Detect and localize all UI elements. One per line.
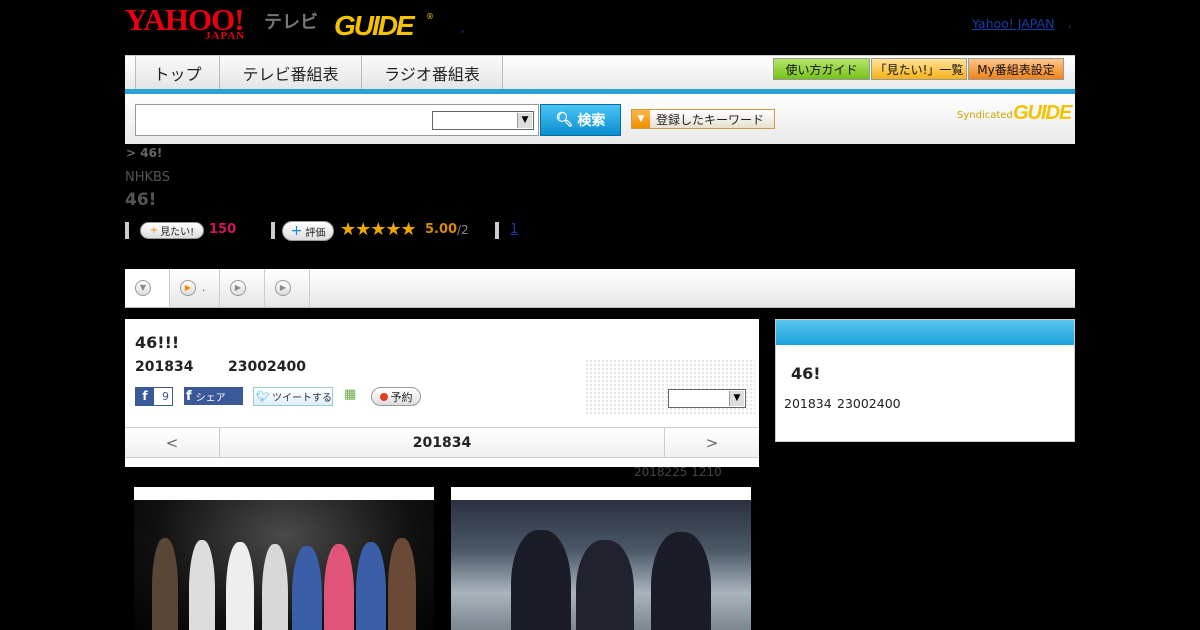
previous-date-button[interactable]: < [125, 428, 220, 457]
plus-icon: + [290, 223, 303, 239]
photo-figure [356, 542, 386, 630]
record-reserve-button[interactable]: 予約 [371, 387, 421, 406]
review-count-link[interactable]: 1 [510, 222, 518, 237]
subtab-3[interactable]: ▶ [220, 269, 265, 307]
calendar-add-icon[interactable]: ▦ [344, 387, 358, 403]
syndicated-label: Syndicated [957, 110, 1013, 121]
usage-guide-button[interactable]: 使い方ガイド [773, 58, 870, 80]
yahoo-japan-link[interactable]: Yahoo! JAPAN [972, 16, 1054, 31]
photo-group-stage [134, 500, 434, 630]
program-photo-2[interactable] [451, 487, 751, 630]
breadcrumb[interactable]: > 46! [126, 146, 162, 160]
page: YAHOO! JAPAN テレビ GUIDE ® , Yahoo! JAPAN … [0, 0, 1200, 630]
program-detail-panel: 46!!! 201834 23002400 f 9 f シェア 🐦︎ ツイートす… [125, 319, 759, 467]
tab-tv-listings[interactable]: テレビ番組表 [219, 56, 361, 90]
broadcast-date: 201834 [135, 359, 194, 375]
tweet-label: ツイートする [271, 393, 332, 404]
photo-figure [226, 542, 254, 630]
header-separator-right: , [1068, 16, 1072, 30]
side-broadcast-date: 201834 [784, 396, 832, 411]
photo-gym-scene [451, 500, 751, 630]
subtab-4[interactable]: ▶ [265, 269, 310, 307]
search-bar: ▼ 🔍︎ 検索 ▼ 登録したキーワード Syndicated GUIDE [125, 94, 1075, 144]
photo-figure [388, 538, 416, 630]
side-program-title: 46! [791, 364, 821, 383]
play-icon: ▶ [180, 280, 196, 296]
facebook-share-button[interactable]: f シェア [184, 387, 243, 405]
mitai-count: 150 [209, 222, 237, 237]
chevron-down-icon: ▼ [517, 113, 532, 128]
rate-button-label: 評価 [305, 227, 326, 239]
facebook-icon: f [136, 388, 154, 405]
rating-total: /2 [457, 223, 469, 237]
rate-button[interactable]: + 評価 [282, 221, 334, 241]
my-listings-settings-button[interactable]: My番組表設定 [968, 58, 1064, 80]
tv-label[interactable]: テレビ [264, 8, 318, 34]
photo-figure [189, 540, 215, 630]
facebook-icon: f [186, 388, 192, 404]
gguide-logo[interactable]: GUIDE ® [334, 6, 434, 42]
channel-name: NHKBS [125, 170, 170, 185]
chevron-down-icon: ▼ [729, 391, 744, 406]
main-nav: トップ テレビ番組表 ラジオ番組表 使い方ガイド 「見たい!」一覧 My番組表設… [125, 55, 1075, 90]
broadcast-time: 23002400 [228, 359, 306, 375]
registered-keywords-button[interactable]: ▼ 登録したキーワード [631, 109, 775, 129]
divider-bar [271, 222, 275, 239]
play-icon: ▶ [230, 280, 246, 296]
subtab-1[interactable]: ▼ [125, 269, 170, 307]
facebook-share-label: シェア [195, 392, 226, 404]
subtab-2[interactable]: ▶ . [170, 269, 220, 307]
program-photo-1[interactable] [134, 487, 434, 630]
photo-figure [292, 546, 322, 630]
play-icon: ▶ [275, 280, 291, 296]
program-subtabs: ▼ ▶ . ▶ ▶ [125, 269, 1075, 308]
facebook-like-count: 9 [162, 390, 169, 403]
photo-figure [651, 532, 711, 630]
mitai-button[interactable]: + 見たい! [140, 222, 204, 239]
header-separator: , [461, 22, 465, 35]
divider-bar [125, 222, 129, 239]
photo-figure [324, 544, 354, 630]
syndicated-gguide-logo: GUIDE [1013, 102, 1072, 124]
rating-stars: ★★★★★ [340, 219, 417, 240]
plus-icon: + [149, 225, 159, 236]
photo-figure [576, 540, 634, 630]
program-action-select[interactable]: ▼ [668, 389, 746, 408]
photo-figure [511, 530, 571, 630]
record-reserve-label: 予約 [390, 390, 413, 404]
photo-figure [152, 538, 178, 630]
registered-keywords-label: 登録したキーワード [656, 112, 765, 127]
mitai-list-button[interactable]: 「見たい!」一覧 [871, 58, 967, 80]
tweet-button[interactable]: 🐦︎ ツイートする [253, 387, 333, 406]
search-button[interactable]: 🔍︎ 検索 [540, 104, 621, 136]
updated-timestamp: 2018225 1210 [634, 465, 722, 479]
current-date-label: 201834 [412, 434, 472, 451]
facebook-like-button[interactable]: f 9 [135, 387, 173, 406]
tab-top[interactable]: トップ [135, 56, 219, 90]
page-title: 46! [125, 190, 157, 210]
next-date-button[interactable]: > [664, 428, 759, 457]
tab-radio-listings[interactable]: ラジオ番組表 [361, 56, 503, 90]
down-arrow-icon: ▼ [135, 280, 151, 296]
side-broadcast-time: 23002400 [837, 396, 901, 411]
twitter-bird-icon: 🐦︎ [256, 390, 270, 403]
record-icon [379, 392, 388, 401]
triangle-down-icon: ▼ [632, 110, 650, 128]
gguide-registered-mark: ® [426, 12, 434, 21]
gguide-logo-text: GUIDE [334, 10, 415, 41]
program-title: 46!!! [135, 333, 180, 352]
search-genre-select[interactable]: ▼ [432, 111, 534, 130]
photo-figure [262, 544, 288, 630]
yahoo-japan-logo[interactable]: YAHOO! JAPAN [125, 4, 263, 42]
search-button-label: 検索 [577, 113, 606, 129]
broadcast-info-panel: 46! 201834 23002400 [775, 319, 1075, 442]
subtab-2-label: . [202, 282, 206, 294]
divider-bar [495, 222, 499, 239]
yahoo-logo-sub: JAPAN [205, 30, 246, 42]
panel-header [776, 320, 1074, 345]
mitai-button-label: 見たい! [160, 227, 195, 238]
search-icon: 🔍︎ [555, 112, 574, 128]
date-navigation: < 201834 > [125, 427, 759, 458]
rating-score: 5.00 [425, 222, 458, 237]
